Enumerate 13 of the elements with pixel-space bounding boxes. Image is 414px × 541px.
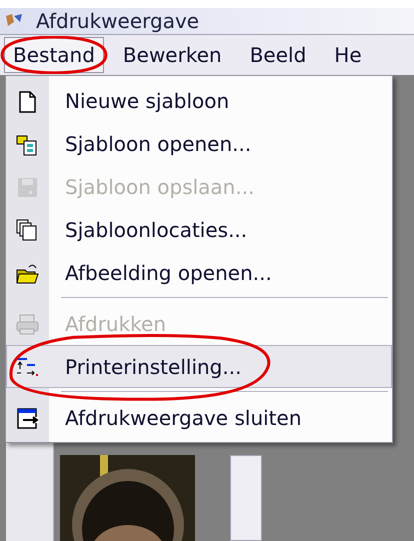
menu-item[interactable]: Afbeelding openen... [6, 251, 392, 294]
menu-item[interactable]: Nieuwe sjabloon [6, 79, 392, 122]
menu-item[interactable]: Printerinstelling... [6, 345, 392, 388]
menu-item[interactable]: Sjabloon openen... [6, 122, 392, 165]
menu-item[interactable]: Afdrukweergave sluiten [6, 396, 392, 439]
menu-title[interactable]: He [325, 37, 371, 73]
stacked-folders-icon [15, 218, 39, 242]
printer-icon [15, 312, 39, 336]
menu-title[interactable]: Bewerken [114, 37, 231, 73]
menu-title[interactable]: Beeld [240, 37, 316, 73]
exit-window-icon [15, 406, 39, 430]
window-title: Afdrukweergave [36, 11, 200, 31]
menu-item[interactable]: Sjabloonlocaties... [6, 208, 392, 251]
